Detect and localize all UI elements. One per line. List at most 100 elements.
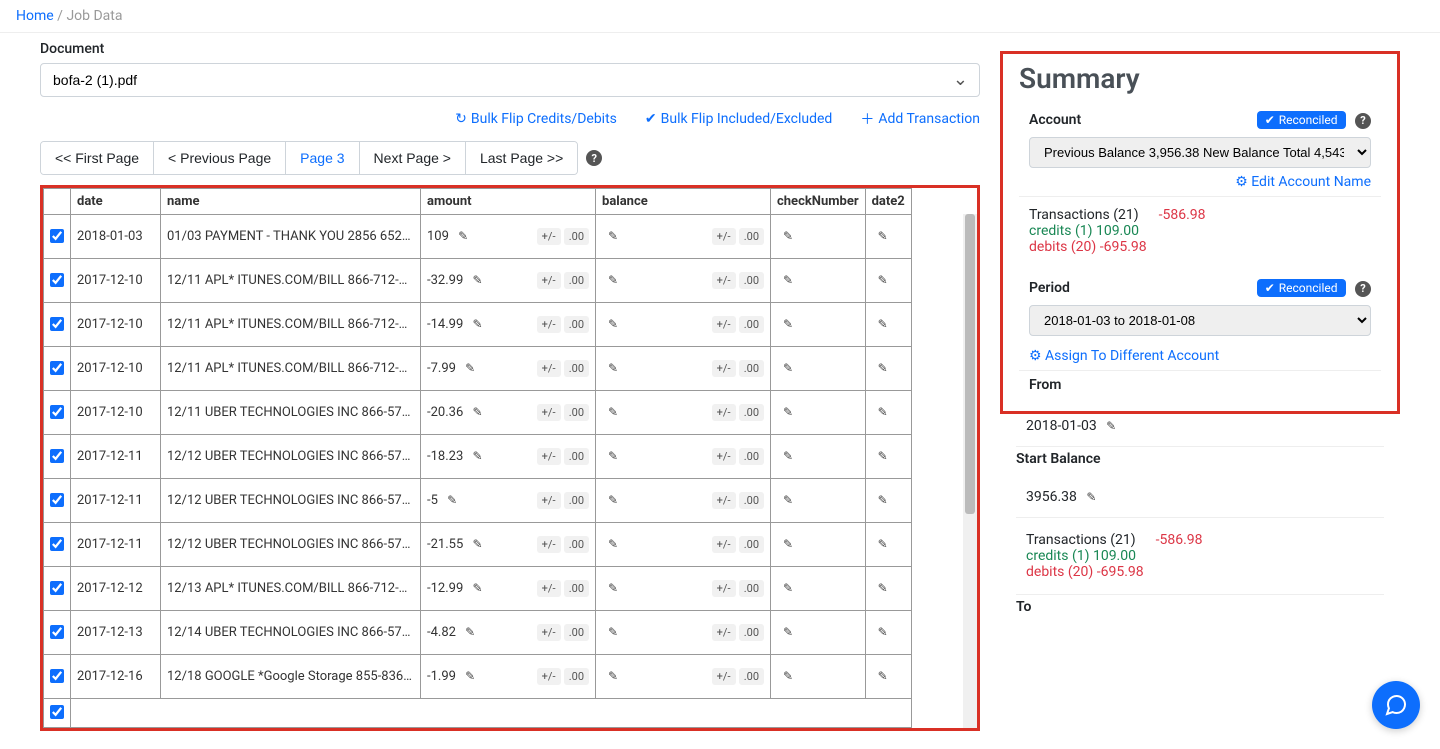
decimal-badge[interactable]: .00 xyxy=(564,272,589,289)
plus-minus-toggle[interactable]: +/- xyxy=(712,316,736,333)
edit-icon[interactable]: ✎ xyxy=(472,449,482,463)
edit-icon[interactable]: ✎ xyxy=(878,273,888,287)
row-checkbox[interactable] xyxy=(50,273,64,287)
row-checkbox[interactable] xyxy=(50,705,64,719)
edit-icon[interactable]: ✎ xyxy=(608,405,618,419)
add-transaction[interactable]: ＋Add Transaction xyxy=(860,109,980,129)
plus-minus-toggle[interactable]: +/- xyxy=(712,668,736,685)
edit-icon[interactable]: ✎ xyxy=(878,537,888,551)
plus-minus-toggle[interactable]: +/- xyxy=(537,404,561,421)
assign-different-account[interactable]: ⚙ Assign To Different Account xyxy=(1029,348,1219,364)
table-scrollbar[interactable] xyxy=(963,214,977,728)
row-checkbox[interactable] xyxy=(50,361,64,375)
row-checkbox[interactable] xyxy=(50,405,64,419)
decimal-badge[interactable]: .00 xyxy=(564,492,589,509)
decimal-badge[interactable]: .00 xyxy=(739,668,764,685)
row-checkbox[interactable] xyxy=(50,493,64,507)
breadcrumb-home[interactable]: Home xyxy=(16,8,54,24)
edit-icon[interactable]: ✎ xyxy=(608,537,618,551)
decimal-badge[interactable]: .00 xyxy=(739,536,764,553)
decimal-badge[interactable]: .00 xyxy=(739,580,764,597)
plus-minus-toggle[interactable]: +/- xyxy=(537,360,561,377)
plus-minus-toggle[interactable]: +/- xyxy=(712,448,736,465)
plus-minus-toggle[interactable]: +/- xyxy=(712,404,736,421)
plus-minus-toggle[interactable]: +/- xyxy=(537,492,561,509)
row-checkbox[interactable] xyxy=(50,229,64,243)
previous-page-button[interactable]: < Previous Page xyxy=(154,142,286,174)
edit-icon[interactable]: ✎ xyxy=(783,405,793,419)
plus-minus-toggle[interactable]: +/- xyxy=(712,272,736,289)
edit-icon[interactable]: ✎ xyxy=(608,581,618,595)
decimal-badge[interactable]: .00 xyxy=(564,316,589,333)
edit-icon[interactable]: ✎ xyxy=(608,229,618,243)
plus-minus-toggle[interactable]: +/- xyxy=(537,228,561,245)
plus-minus-toggle[interactable]: +/- xyxy=(537,316,561,333)
decimal-badge[interactable]: .00 xyxy=(739,624,764,641)
plus-minus-toggle[interactable]: +/- xyxy=(537,580,561,597)
edit-icon[interactable]: ✎ xyxy=(465,669,475,683)
decimal-badge[interactable]: .00 xyxy=(564,404,589,421)
edit-icon[interactable]: ✎ xyxy=(608,493,618,507)
row-checkbox[interactable] xyxy=(50,537,64,551)
help-icon[interactable]: ? xyxy=(1355,281,1371,297)
decimal-badge[interactable]: .00 xyxy=(564,624,589,641)
row-checkbox[interactable] xyxy=(50,449,64,463)
decimal-badge[interactable]: .00 xyxy=(739,316,764,333)
edit-icon[interactable]: ✎ xyxy=(878,317,888,331)
decimal-badge[interactable]: .00 xyxy=(739,360,764,377)
plus-minus-toggle[interactable]: +/- xyxy=(537,448,561,465)
row-checkbox[interactable] xyxy=(50,581,64,595)
chat-fab[interactable] xyxy=(1372,681,1420,729)
edit-icon[interactable]: ✎ xyxy=(608,625,618,639)
decimal-badge[interactable]: .00 xyxy=(739,272,764,289)
edit-icon[interactable]: ✎ xyxy=(783,581,793,595)
plus-minus-toggle[interactable]: +/- xyxy=(537,624,561,641)
decimal-badge[interactable]: .00 xyxy=(739,404,764,421)
edit-icon[interactable]: ✎ xyxy=(458,229,468,243)
next-page-button[interactable]: Next Page > xyxy=(360,142,466,174)
edit-icon[interactable]: ✎ xyxy=(783,317,793,331)
edit-icon[interactable]: ✎ xyxy=(1106,419,1116,433)
decimal-badge[interactable]: .00 xyxy=(739,492,764,509)
edit-icon[interactable]: ✎ xyxy=(878,581,888,595)
row-checkbox[interactable] xyxy=(50,317,64,331)
bulk-flip-included-excluded[interactable]: ✔ Bulk Flip Included/Excluded xyxy=(645,109,832,129)
edit-icon[interactable]: ✎ xyxy=(472,405,482,419)
edit-icon[interactable]: ✎ xyxy=(1086,490,1096,504)
edit-icon[interactable]: ✎ xyxy=(608,317,618,331)
decimal-badge[interactable]: .00 xyxy=(739,228,764,245)
last-page-button[interactable]: Last Page >> xyxy=(466,142,577,174)
first-page-button[interactable]: << First Page xyxy=(41,142,154,174)
plus-minus-toggle[interactable]: +/- xyxy=(712,624,736,641)
edit-icon[interactable]: ✎ xyxy=(878,493,888,507)
edit-icon[interactable]: ✎ xyxy=(608,449,618,463)
edit-icon[interactable]: ✎ xyxy=(465,361,475,375)
decimal-badge[interactable]: .00 xyxy=(564,448,589,465)
edit-icon[interactable]: ✎ xyxy=(783,361,793,375)
plus-minus-toggle[interactable]: +/- xyxy=(537,668,561,685)
period-select[interactable]: 2018-01-03 to 2018-01-08 xyxy=(1029,305,1371,336)
row-checkbox[interactable] xyxy=(50,625,64,639)
plus-minus-toggle[interactable]: +/- xyxy=(712,360,736,377)
plus-minus-toggle[interactable]: +/- xyxy=(537,536,561,553)
edit-icon[interactable]: ✎ xyxy=(608,669,618,683)
edit-icon[interactable]: ✎ xyxy=(447,493,457,507)
edit-icon[interactable]: ✎ xyxy=(783,229,793,243)
plus-minus-toggle[interactable]: +/- xyxy=(537,272,561,289)
edit-icon[interactable]: ✎ xyxy=(878,625,888,639)
decimal-badge[interactable]: .00 xyxy=(739,448,764,465)
edit-icon[interactable]: ✎ xyxy=(472,537,482,551)
plus-minus-toggle[interactable]: +/- xyxy=(712,492,736,509)
help-icon[interactable]: ? xyxy=(586,150,602,166)
help-icon[interactable]: ? xyxy=(1355,113,1371,129)
edit-icon[interactable]: ✎ xyxy=(783,493,793,507)
plus-minus-toggle[interactable]: +/- xyxy=(712,228,736,245)
edit-icon[interactable]: ✎ xyxy=(608,273,618,287)
account-select[interactable]: Previous Balance 3,956.38 New Balance To… xyxy=(1029,137,1371,168)
decimal-badge[interactable]: .00 xyxy=(564,668,589,685)
row-checkbox[interactable] xyxy=(50,669,64,683)
edit-icon[interactable]: ✎ xyxy=(878,669,888,683)
edit-icon[interactable]: ✎ xyxy=(783,273,793,287)
edit-icon[interactable]: ✎ xyxy=(783,537,793,551)
edit-icon[interactable]: ✎ xyxy=(608,361,618,375)
